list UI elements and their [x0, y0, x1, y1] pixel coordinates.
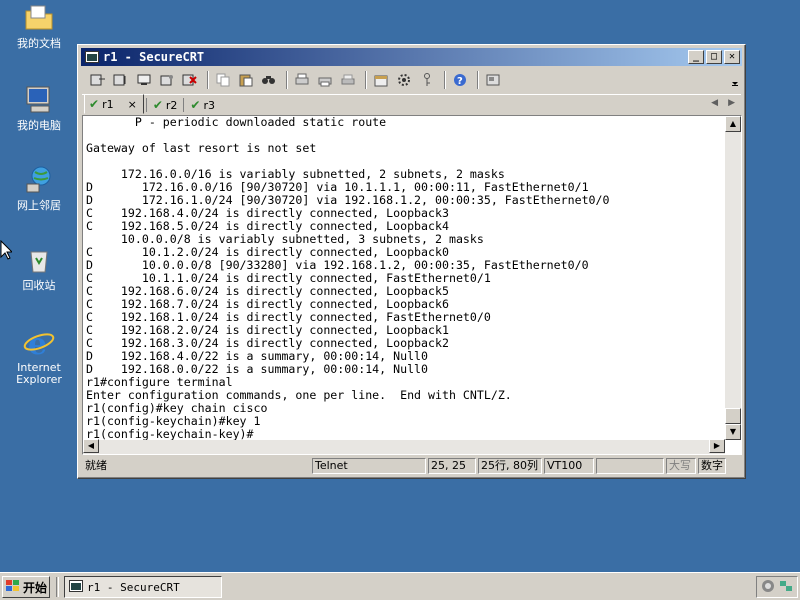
tab-label: r1 — [102, 97, 114, 111]
windows-logo-icon — [6, 579, 20, 595]
securecrt-window[interactable]: r1 - SecureCRT _ □ ✕ ? ✔ r1 × ✔ r2 ✔ r3 … — [77, 44, 746, 479]
volume-icon[interactable] — [761, 579, 775, 596]
disconnect-button[interactable] — [180, 71, 200, 89]
status-protocol: Telnet — [312, 458, 426, 474]
printer-button[interactable] — [338, 71, 358, 89]
desktop-icon-my-computer[interactable]: 我的电脑 — [6, 84, 72, 132]
status-bar: 就绪 Telnet 25, 25 25行, 80列 VT100 大写 数字 — [82, 457, 741, 475]
scroll-thumb[interactable] — [725, 408, 741, 424]
securecrt-app-icon — [69, 579, 83, 595]
terminal-line: r1(config-keychain-key)# — [86, 427, 254, 441]
connect-button[interactable] — [88, 71, 108, 89]
session-tabs: ✔ r1 × ✔ r2 ✔ r3 ◀ ▶ — [82, 94, 741, 114]
terminal-frame: P - periodic downloaded static route Gat… — [82, 115, 742, 455]
copy-button[interactable] — [213, 71, 233, 89]
status-blank — [596, 458, 664, 474]
desktop-icon-network[interactable]: 网上邻居 — [6, 164, 72, 212]
desktop-icon-internet-explorer[interactable]: e Internet Explorer — [6, 326, 72, 386]
window-title: r1 - SecureCRT — [103, 50, 205, 64]
status-terminal-size: 25行, 80列 — [478, 458, 542, 474]
map-keys-button[interactable] — [483, 71, 503, 89]
key-icon[interactable] — [417, 71, 437, 89]
check-icon: ✔ — [89, 97, 100, 111]
paste-button[interactable] — [236, 71, 256, 89]
desktop-icon-label: 我的文档 — [17, 37, 61, 50]
ie-icon: e — [23, 326, 55, 362]
securecrt-app-icon — [85, 51, 99, 63]
close-tab-icon[interactable]: × — [128, 98, 137, 111]
help-button[interactable]: ? — [450, 71, 470, 89]
desktop-icon-label: 我的电脑 — [17, 119, 61, 132]
svg-text:e: e — [28, 327, 47, 358]
vertical-scrollbar[interactable]: ▲ ▼ — [725, 116, 741, 440]
desktop-icon-label: 回收站 — [22, 279, 56, 292]
reconnect-button[interactable] — [157, 71, 177, 89]
taskbar-item-securecrt[interactable]: r1 - SecureCRT — [64, 576, 222, 598]
tab-r3[interactable]: ✔ r3 — [186, 96, 219, 114]
tab-label: r3 — [203, 98, 215, 112]
recycle-bin-icon — [23, 244, 55, 276]
desktop-icon-recycle-bin[interactable]: 回收站 — [6, 244, 72, 292]
network-icon[interactable] — [779, 579, 793, 596]
scroll-up-button[interactable]: ▲ — [725, 116, 741, 132]
status-emulation: VT100 — [544, 458, 594, 474]
terminal-line: Gateway of last resort is not set — [86, 141, 317, 155]
system-tray — [756, 576, 798, 598]
find-button[interactable] — [259, 71, 279, 89]
desktop-icon-my-documents[interactable]: 我的文档 — [6, 2, 72, 50]
print-button[interactable] — [292, 71, 312, 89]
toolbar-chevron-icon[interactable] — [731, 72, 739, 88]
status-ready: 就绪 — [85, 459, 107, 472]
global-options-button[interactable] — [394, 71, 414, 89]
check-icon: ✔ — [190, 98, 201, 112]
maximize-button[interactable]: □ — [706, 50, 722, 64]
status-caps-lock: 大写 — [666, 458, 696, 474]
mouse-cursor-icon — [0, 239, 14, 263]
session-options-button[interactable] — [371, 71, 391, 89]
svg-text:?: ? — [457, 76, 463, 87]
start-label: 开始 — [23, 580, 48, 595]
scroll-right-button[interactable]: ▶ — [709, 439, 725, 453]
start-button[interactable]: 开始 — [2, 576, 50, 598]
terminal-line: P - periodic downloaded static route — [86, 116, 387, 129]
desktop-icon-label: 网上邻居 — [17, 199, 61, 212]
connect-in-tab-button[interactable] — [134, 71, 154, 89]
tab-r2[interactable]: ✔ r2 — [149, 96, 182, 114]
close-button[interactable]: ✕ — [724, 50, 740, 64]
taskbar-item-label: r1 - SecureCRT — [87, 580, 180, 594]
tab-r1[interactable]: ✔ r1 × — [84, 94, 144, 114]
check-icon: ✔ — [152, 98, 163, 112]
computer-icon — [23, 84, 55, 116]
terminal-output[interactable]: P - periodic downloaded static route Gat… — [85, 116, 727, 440]
status-num-lock: 数字 — [698, 458, 726, 474]
tab-prev-icon[interactable]: ◀ — [711, 98, 718, 108]
toolbar: ? — [82, 68, 741, 92]
tab-label: r2 — [165, 98, 178, 112]
print-selection-button[interactable] — [315, 71, 335, 89]
status-cursor-position: 25, 25 — [428, 458, 476, 474]
desktop-icon-label: Internet Explorer — [16, 361, 62, 386]
scroll-left-button[interactable]: ◀ — [83, 439, 99, 453]
tab-next-icon[interactable]: ▶ — [728, 98, 735, 108]
horizontal-scrollbar[interactable]: ◀ ▶ — [83, 439, 725, 454]
taskbar: 开始 r1 - SecureCRT — [0, 572, 800, 600]
folder-icon — [23, 2, 55, 34]
globe-icon — [23, 164, 55, 196]
title-bar[interactable]: r1 - SecureCRT _ □ ✕ — [81, 48, 742, 66]
minimize-button[interactable]: _ — [688, 50, 704, 64]
quick-connect-button[interactable] — [111, 71, 131, 89]
scroll-down-button[interactable]: ▼ — [725, 424, 741, 440]
